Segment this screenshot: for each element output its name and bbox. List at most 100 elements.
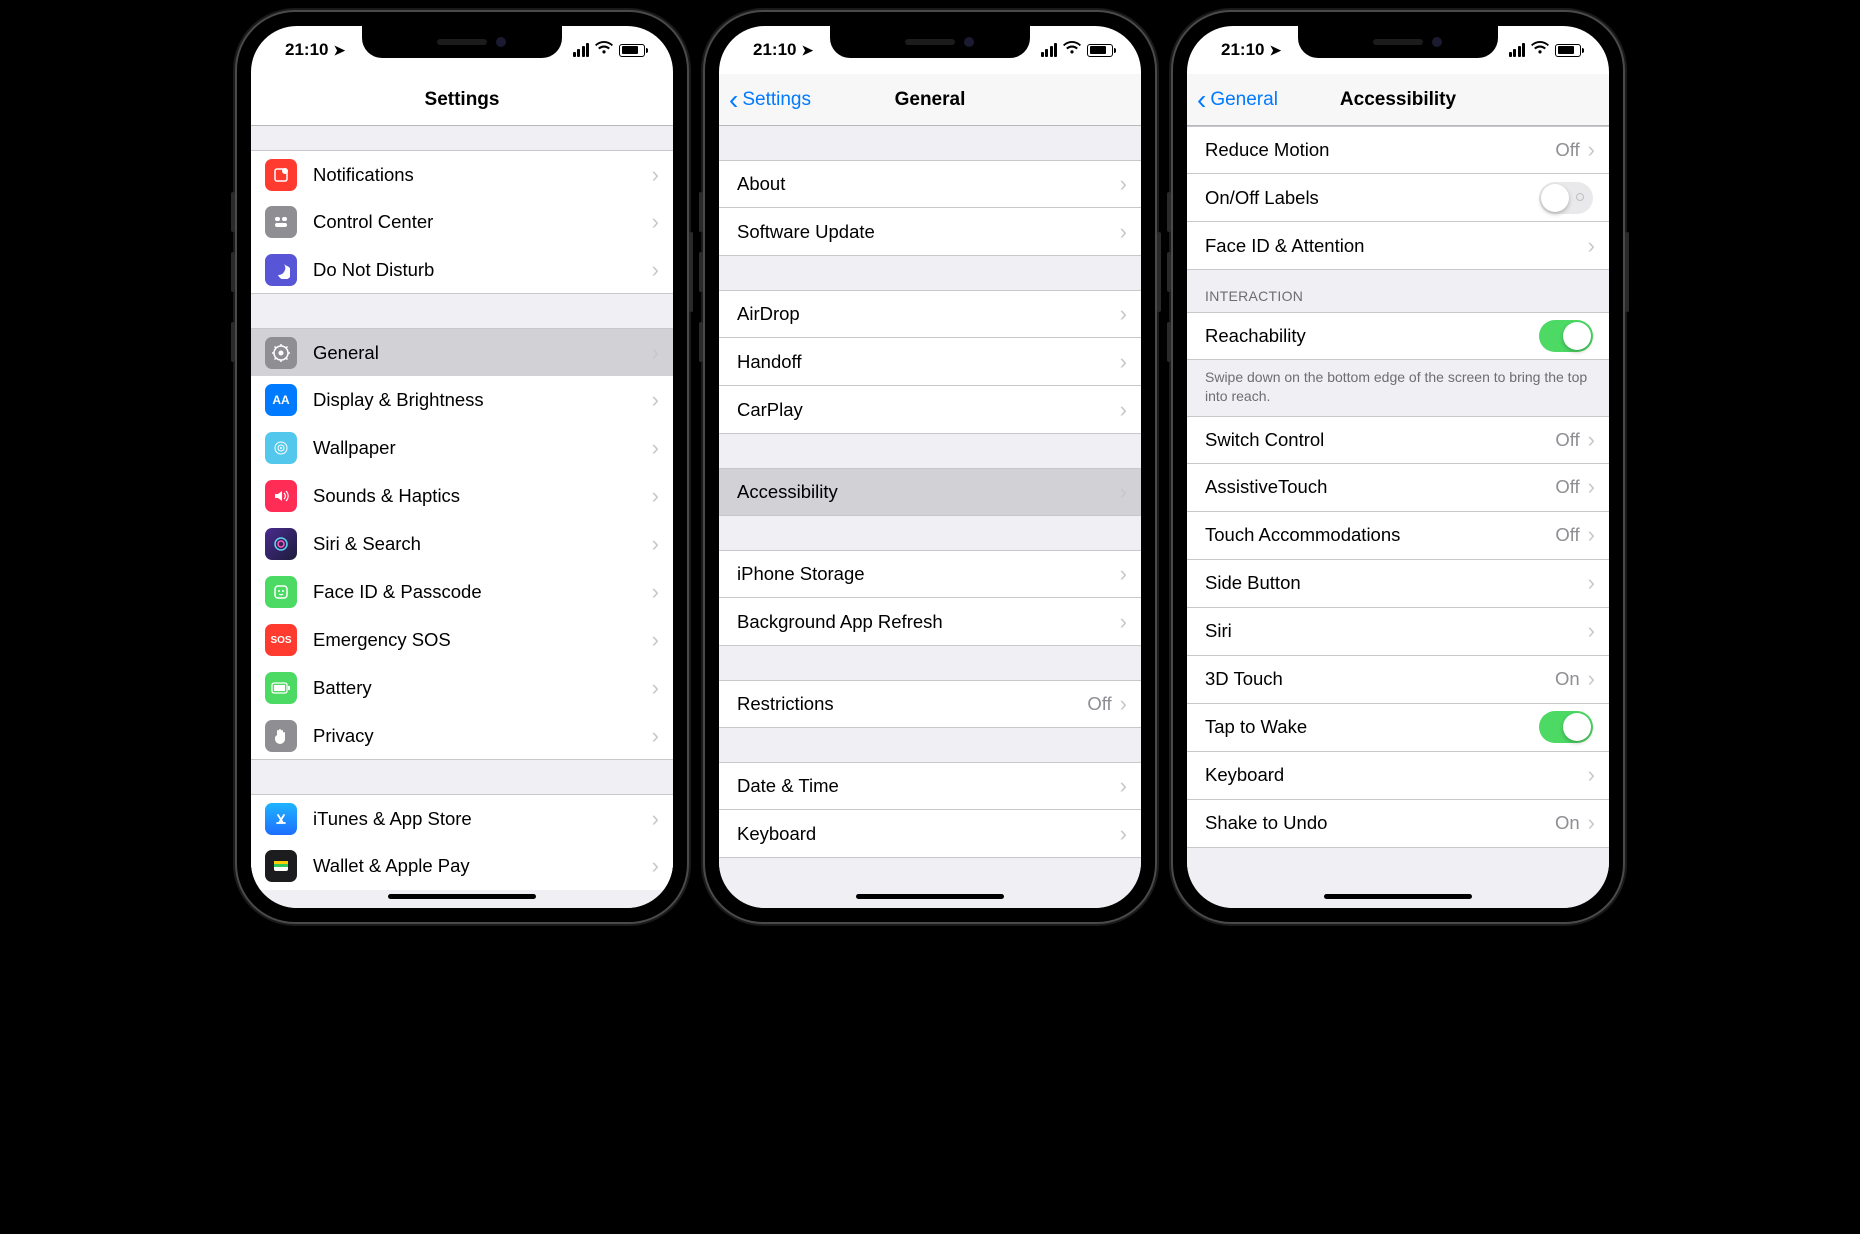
row-label: CarPlay [737, 399, 1120, 421]
row-iphone-storage[interactable]: iPhone Storage › [719, 550, 1141, 598]
chevron-right-icon: › [1120, 821, 1127, 847]
row-label: Reachability [1205, 325, 1539, 347]
row-label: Control Center [313, 211, 652, 233]
home-indicator[interactable] [1324, 894, 1472, 899]
row-touch-accommodations[interactable]: Touch Accommodations Off › [1187, 512, 1609, 560]
row-itunes[interactable]: iTunes & App Store › [251, 794, 673, 842]
chevron-right-icon: › [1120, 479, 1127, 505]
row-display[interactable]: AA Display & Brightness › [251, 376, 673, 424]
nav-bar: Settings [251, 74, 673, 126]
location-icon: ➤ [1269, 42, 1281, 59]
row-accessibility[interactable]: Accessibility › [719, 468, 1141, 516]
back-button[interactable]: ‹ Settings [719, 86, 811, 114]
row-3d-touch[interactable]: 3D Touch On › [1187, 656, 1609, 704]
row-battery[interactable]: Battery › [251, 664, 673, 712]
row-value: On [1555, 668, 1580, 690]
back-button[interactable]: ‹ General [1187, 86, 1278, 114]
chevron-right-icon: › [652, 675, 659, 701]
toggle-onoff-labels[interactable] [1539, 182, 1593, 214]
row-restrictions[interactable]: Restrictions Off › [719, 680, 1141, 728]
row-airdrop[interactable]: AirDrop › [719, 290, 1141, 338]
toggle-reachability[interactable] [1539, 320, 1593, 352]
wallpaper-icon [265, 432, 297, 464]
battery-icon [619, 44, 645, 57]
chevron-right-icon: › [652, 387, 659, 413]
row-label: Date & Time [737, 775, 1120, 797]
row-value: Off [1555, 476, 1579, 498]
row-faceid-attention[interactable]: Face ID & Attention › [1187, 222, 1609, 270]
gear-icon [265, 337, 297, 369]
row-label: Touch Accommodations [1205, 524, 1555, 546]
row-side-button[interactable]: Side Button › [1187, 560, 1609, 608]
row-notifications[interactable]: Notifications › [251, 150, 673, 198]
row-shake-to-undo[interactable]: Shake to Undo On › [1187, 800, 1609, 848]
settings-list[interactable]: Notifications › Control Center › Do Not … [251, 126, 673, 908]
chevron-right-icon: › [1588, 522, 1595, 548]
row-onoff-labels[interactable]: On/Off Labels [1187, 174, 1609, 222]
row-label: About [737, 173, 1120, 195]
phone-frame-2: 21:10 ➤ ‹ Settings General About › S [705, 12, 1155, 922]
row-reduce-motion[interactable]: Reduce Motion Off › [1187, 126, 1609, 174]
row-carplay[interactable]: CarPlay › [719, 386, 1141, 434]
row-privacy[interactable]: Privacy › [251, 712, 673, 760]
row-label: Siri [1205, 620, 1588, 642]
chevron-right-icon: › [652, 853, 659, 879]
notifications-icon [265, 159, 297, 191]
accessibility-list[interactable]: Reduce Motion Off › On/Off Labels Face I… [1187, 126, 1609, 908]
row-label: Display & Brightness [313, 389, 652, 411]
row-value: Off [1087, 693, 1111, 715]
row-background-refresh[interactable]: Background App Refresh › [719, 598, 1141, 646]
home-indicator[interactable] [856, 894, 1004, 899]
reachability-footer: Swipe down on the bottom edge of the scr… [1187, 360, 1609, 416]
row-switch-control[interactable]: Switch Control Off › [1187, 416, 1609, 464]
chevron-right-icon: › [652, 435, 659, 461]
battery-icon [1087, 44, 1113, 57]
wallet-icon [265, 850, 297, 882]
row-sounds[interactable]: Sounds & Haptics › [251, 472, 673, 520]
chevron-right-icon: › [1120, 561, 1127, 587]
row-date-time[interactable]: Date & Time › [719, 762, 1141, 810]
chevron-right-icon: › [652, 340, 659, 366]
row-sos[interactable]: SOS Emergency SOS › [251, 616, 673, 664]
home-indicator[interactable] [388, 894, 536, 899]
row-about[interactable]: About › [719, 160, 1141, 208]
row-keyboard[interactable]: Keyboard › [1187, 752, 1609, 800]
chevron-right-icon: › [1588, 762, 1595, 788]
row-label: AirDrop [737, 303, 1120, 325]
control-center-icon [265, 206, 297, 238]
chevron-right-icon: › [652, 257, 659, 283]
chevron-left-icon: ‹ [729, 86, 738, 114]
status-time: 21:10 [753, 40, 796, 60]
cellular-icon [1509, 43, 1526, 57]
chevron-right-icon: › [1588, 810, 1595, 836]
row-reachability[interactable]: Reachability [1187, 312, 1609, 360]
row-tap-to-wake[interactable]: Tap to Wake [1187, 704, 1609, 752]
row-label: Tap to Wake [1205, 716, 1539, 738]
row-siri[interactable]: Siri › [1187, 608, 1609, 656]
row-assistivetouch[interactable]: AssistiveTouch Off › [1187, 464, 1609, 512]
chevron-right-icon: › [652, 531, 659, 557]
section-header-interaction: INTERACTION [1187, 270, 1609, 312]
row-label: Restrictions [737, 693, 1087, 715]
row-software-update[interactable]: Software Update › [719, 208, 1141, 256]
general-list[interactable]: About › Software Update › AirDrop › Hand… [719, 126, 1141, 908]
row-label: Software Update [737, 221, 1120, 243]
row-value: Off [1555, 429, 1579, 451]
notch [1298, 26, 1498, 58]
sound-icon [265, 480, 297, 512]
row-label: AssistiveTouch [1205, 476, 1555, 498]
row-handoff[interactable]: Handoff › [719, 338, 1141, 386]
chevron-right-icon: › [1120, 609, 1127, 635]
row-wallpaper[interactable]: Wallpaper › [251, 424, 673, 472]
row-siri[interactable]: Siri & Search › [251, 520, 673, 568]
toggle-tap-to-wake[interactable] [1539, 711, 1593, 743]
row-control-center[interactable]: Control Center › [251, 198, 673, 246]
chevron-right-icon: › [652, 723, 659, 749]
chevron-right-icon: › [1588, 137, 1595, 163]
page-title: Settings [251, 89, 673, 111]
row-general[interactable]: General › [251, 328, 673, 376]
row-faceid[interactable]: Face ID & Passcode › [251, 568, 673, 616]
row-dnd[interactable]: Do Not Disturb › [251, 246, 673, 294]
row-wallet[interactable]: Wallet & Apple Pay › [251, 842, 673, 890]
row-keyboard[interactable]: Keyboard › [719, 810, 1141, 858]
